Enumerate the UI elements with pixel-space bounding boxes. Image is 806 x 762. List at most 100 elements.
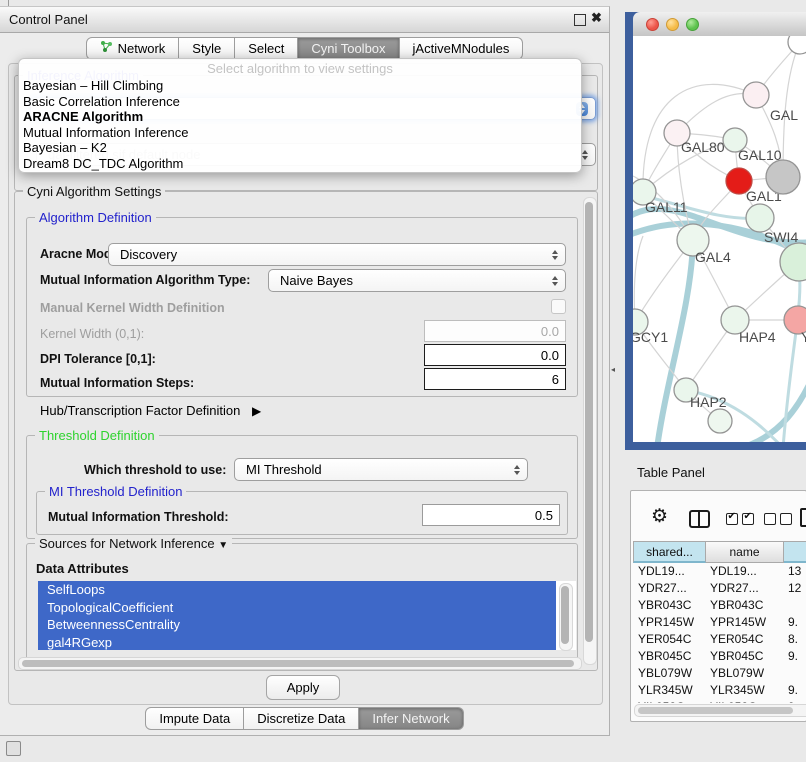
network-node-swi4[interactable]: [746, 204, 774, 232]
tab-cyni-toolbox[interactable]: Cyni Toolbox: [298, 37, 399, 60]
apply-button[interactable]: Apply: [266, 675, 340, 700]
tab-style[interactable]: Style: [179, 37, 235, 60]
tab-select[interactable]: Select: [235, 37, 298, 60]
attribute-item[interactable]: SelfLoops: [38, 581, 556, 599]
select-all-checkboxes-icon[interactable]: ✔✔: [726, 512, 758, 530]
attr-list-scrollbar-thumb[interactable]: [561, 586, 569, 644]
dpi-tolerance-field[interactable]: [424, 344, 566, 366]
table-horizontal-scrollbar[interactable]: [634, 704, 806, 717]
popup-item-list: Bayesian – Hill ClimbingBasic Correlatio…: [19, 78, 581, 172]
columns-icon[interactable]: [689, 510, 710, 528]
network-node-label: GAL80: [681, 139, 725, 155]
mi-type-value: Naive Bayes: [269, 273, 353, 288]
gear-icon[interactable]: ⚙: [651, 505, 668, 528]
column-header-name[interactable]: name: [706, 541, 784, 563]
settings-horizontal-scrollbar[interactable]: [18, 657, 582, 670]
popup-item[interactable]: Bayesian – Hill Climbing: [19, 78, 581, 94]
tab-impute-data[interactable]: Impute Data: [145, 707, 244, 730]
network-node[interactable]: [766, 160, 800, 194]
control-panel-titlebar[interactable]: Control Panel ✖: [0, 7, 609, 33]
network-graph[interactable]: GALGAL80GAL10GAL1SWI4GAL11GAL4GCY1HAP4YH…: [633, 36, 806, 442]
attr-list-scrollbar[interactable]: [559, 583, 573, 651]
table-row[interactable]: YDL19...YDL19...13: [633, 563, 806, 580]
mi-threshold-field[interactable]: [422, 504, 560, 526]
popup-item[interactable]: Basic Correlation Inference: [19, 94, 581, 110]
mi-type-combo[interactable]: Naive Bayes: [268, 269, 566, 292]
expand-right-icon[interactable]: ▶: [252, 404, 261, 418]
table-row[interactable]: YDR27...YDR27...12: [633, 580, 806, 597]
column-header-partial[interactable]: [784, 541, 806, 563]
popup-item[interactable]: Mutual Information Inference: [19, 125, 581, 141]
attribute-item[interactable]: TopologicalCoefficient: [38, 599, 556, 617]
attribute-item[interactable]: BetweennessCentrality: [38, 616, 556, 634]
table-cell: 9.: [783, 614, 806, 631]
table-row[interactable]: YLR345WYLR345W9.: [633, 682, 806, 699]
deselect-all-checkboxes-icon[interactable]: [764, 512, 796, 530]
network-window-titlebar[interactable]: [633, 12, 806, 37]
table-cell: 12: [783, 580, 806, 597]
table-cell: 13: [783, 563, 806, 580]
table-cell: YBL079W: [705, 665, 783, 682]
attribute-item[interactable]: gal4RGexp: [38, 634, 556, 651]
popup-item[interactable]: Dream8 DC_TDC Algorithm: [19, 156, 581, 172]
splitter-handle[interactable]: ◂: [611, 365, 615, 374]
network-node-label: Y: [801, 329, 806, 345]
table-cell: YBR043C: [705, 597, 783, 614]
popup-item[interactable]: ARACNE Algorithm: [19, 109, 581, 125]
mi-steps-field[interactable]: [424, 368, 566, 390]
tab-discretize-data[interactable]: Discretize Data: [244, 707, 359, 730]
close-icon[interactable]: ✖: [591, 10, 602, 26]
tab-network[interactable]: Network: [86, 37, 180, 60]
zoom-window-icon[interactable]: [686, 18, 699, 31]
network-edge-thick[interactable]: [741, 372, 806, 442]
mi-threshold-label: Mutual Information Threshold:: [48, 510, 229, 524]
popup-placeholder: Select algorithm to view settings: [19, 59, 581, 78]
minimize-window-icon[interactable]: [666, 18, 679, 31]
table-mode-icon[interactable]: [800, 508, 806, 527]
combo-stepper-icon: [514, 465, 520, 475]
manual-kernel-checkbox[interactable]: [551, 299, 566, 314]
network-node[interactable]: [788, 36, 806, 54]
table-row[interactable]: YBR045CYBR045C9.: [633, 648, 806, 665]
kernel-width-field[interactable]: [424, 320, 566, 342]
aracne-mode-combo[interactable]: Discovery: [108, 243, 566, 266]
sources-group-title[interactable]: Sources for Network Inference ▼: [35, 536, 232, 551]
control-panel-tabbar: NetworkStyleSelectCyni ToolboxjActiveMNo…: [0, 37, 609, 60]
settings-vertical-scrollbar[interactable]: [583, 197, 597, 665]
which-threshold-combo[interactable]: MI Threshold: [234, 458, 528, 481]
column-header-shared-name[interactable]: shared...: [633, 541, 706, 563]
table-cell: 9.: [783, 699, 806, 703]
network-node-gal[interactable]: [743, 82, 769, 108]
data-attributes-list[interactable]: SelfLoopsTopologicalCoefficientBetweenne…: [38, 581, 576, 650]
mi-steps-label: Mutual Information Steps:: [40, 376, 194, 390]
table-hscrollbar-thumb[interactable]: [638, 707, 793, 714]
table-cell: YBR045C: [705, 648, 783, 665]
network-canvas[interactable]: GALGAL80GAL10GAL1SWI4GAL11GAL4GCY1HAP4YH…: [633, 36, 806, 442]
combo-stepper-icon: [552, 276, 558, 286]
cyni-bottom-tabbar: Impute DataDiscretize DataInfer Network: [0, 707, 609, 730]
table-row[interactable]: YIL052CYIL052C9.: [633, 699, 806, 703]
table-header-row: shared... name: [633, 541, 806, 563]
table-cell: YDL19...: [705, 563, 783, 580]
table-row[interactable]: YBR043CYBR043C: [633, 597, 806, 614]
table-row[interactable]: YPR145WYPR145W9.: [633, 614, 806, 631]
tab-infer-network[interactable]: Infer Network: [359, 707, 463, 730]
float-window-icon[interactable]: [574, 14, 586, 26]
table-panel-title: Table Panel: [637, 465, 705, 480]
settings-scrollbar-thumb[interactable]: [585, 202, 593, 642]
hub-definition-toggle[interactable]: Hub/Transcription Factor Definition ▶: [40, 403, 261, 418]
data-attributes-label: Data Attributes: [36, 561, 129, 576]
table-cell: YDL19...: [633, 563, 705, 580]
popup-item[interactable]: Bayesian – K2: [19, 140, 581, 156]
table-row[interactable]: YER054CYER054C8.: [633, 631, 806, 648]
table-body[interactable]: YDL19...YDL19...13YDR27...YDR27...12YBR0…: [633, 563, 806, 703]
kernel-width-label: Kernel Width (0,1):: [40, 327, 144, 341]
expand-down-icon[interactable]: ▼: [218, 540, 228, 551]
network-node[interactable]: [708, 409, 732, 433]
minimized-panel-icon[interactable]: [6, 741, 21, 756]
settings-hscrollbar-thumb[interactable]: [22, 660, 574, 667]
table-row[interactable]: YBL079WYBL079W: [633, 665, 806, 682]
table-cell: YBL079W: [633, 665, 705, 682]
close-window-icon[interactable]: [646, 18, 659, 31]
tab-jactivemnodules[interactable]: jActiveMNodules: [400, 37, 524, 60]
